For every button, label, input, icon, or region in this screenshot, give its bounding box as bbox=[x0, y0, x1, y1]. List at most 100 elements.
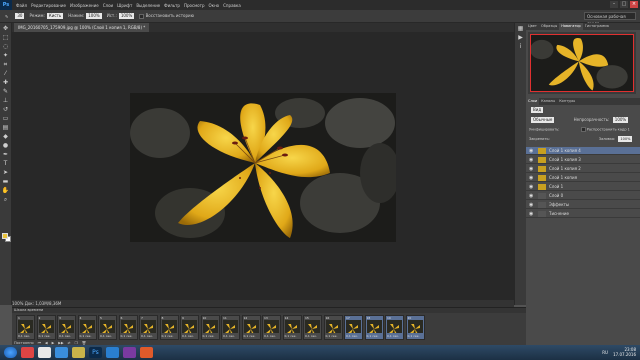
shape-tool-icon[interactable]: ▬ bbox=[2, 178, 10, 185]
pen-tool-icon[interactable]: ✒ bbox=[2, 151, 10, 158]
app-icon[interactable] bbox=[140, 347, 153, 358]
menu-type[interactable]: Шрифт bbox=[117, 3, 132, 8]
move-tool-icon[interactable]: ✥ bbox=[2, 25, 10, 32]
blur-tool-icon[interactable]: ◆ bbox=[2, 133, 10, 140]
animation-frame[interactable]: 7 0,1 сек. bbox=[139, 315, 158, 340]
menu-window[interactable]: Окно bbox=[209, 3, 220, 8]
healing-tool-icon[interactable]: ✚ bbox=[2, 79, 10, 86]
tab-swatches[interactable]: Образцы bbox=[539, 23, 559, 30]
animation-frame[interactable]: 16 0,1 сек. bbox=[323, 315, 343, 340]
opera-icon[interactable] bbox=[21, 347, 34, 358]
workspace-select[interactable]: Основная рабочая среда bbox=[584, 12, 636, 26]
frame-delay[interactable]: 0,1 сек. bbox=[141, 334, 153, 338]
history-brush-tool-icon[interactable]: ↺ bbox=[2, 106, 10, 113]
visibility-eye-icon[interactable]: ◉ bbox=[529, 201, 533, 209]
layer-row[interactable]: ◉ Слой 1 копия 4 bbox=[526, 147, 640, 155]
frame-delay[interactable]: 0,1 сек. bbox=[162, 334, 174, 338]
mode-select[interactable]: Кисть bbox=[46, 13, 64, 19]
lasso-tool-icon[interactable]: ◌ bbox=[2, 43, 10, 50]
actions-panel-icon[interactable]: ▶ bbox=[517, 34, 525, 41]
frame-delay[interactable]: 0,1 сек. bbox=[203, 334, 215, 338]
navigator-panel[interactable] bbox=[528, 32, 636, 94]
tab-layers[interactable]: Слои bbox=[526, 98, 540, 105]
explorer-icon[interactable] bbox=[72, 347, 85, 358]
animation-frame[interactable]: 18 0,1 сек. bbox=[364, 315, 384, 340]
frame-delay[interactable]: 0,1 сек. bbox=[367, 334, 379, 338]
menu-layers[interactable]: Слои bbox=[103, 3, 113, 8]
zoom-tool-icon[interactable]: ⌕ bbox=[2, 196, 10, 203]
layer-row[interactable]: ◉ Слой 1 копия 2 bbox=[526, 165, 640, 173]
layer-row[interactable]: ◉ Эффекты bbox=[526, 201, 640, 209]
hand-tool-icon[interactable]: ✋ bbox=[2, 187, 10, 194]
tab-navigator[interactable]: Навигатор bbox=[559, 23, 583, 30]
erase-history-checkbox[interactable] bbox=[139, 13, 145, 19]
history-panel-icon[interactable]: ▦ bbox=[517, 25, 525, 32]
player-icon[interactable] bbox=[123, 347, 136, 358]
chrome-icon[interactable] bbox=[38, 347, 51, 358]
frame-delay[interactable]: 0,1 сек. bbox=[59, 334, 71, 338]
close-icon[interactable]: × bbox=[630, 1, 638, 8]
visibility-eye-icon[interactable]: ◉ bbox=[529, 183, 533, 191]
flow-field[interactable]: 100% bbox=[118, 13, 135, 19]
frame-delay[interactable]: 0,1 сек. bbox=[285, 334, 297, 338]
frame-delay[interactable]: 0,1 сек. bbox=[244, 334, 256, 338]
animation-frame[interactable]: 4 0,1 сек. bbox=[77, 315, 97, 340]
visibility-eye-icon[interactable]: ◉ bbox=[529, 165, 533, 173]
gradient-tool-icon[interactable]: ▤ bbox=[2, 124, 10, 131]
info-panel-icon[interactable]: i bbox=[517, 43, 525, 50]
tab-paths[interactable]: Контуры bbox=[557, 98, 577, 105]
eraser-tool-icon[interactable]: ▭ bbox=[2, 115, 10, 122]
layer-row[interactable]: ◉ Слой 0 bbox=[526, 192, 640, 200]
animation-frame[interactable]: 2 0,1 сек. bbox=[36, 315, 56, 340]
animation-frame[interactable]: 15 0,1 сек. bbox=[303, 315, 322, 340]
visibility-eye-icon[interactable]: ◉ bbox=[529, 210, 533, 218]
document-tab[interactable]: IMG_20160705_175909.jpg @ 100% (Слой 1 к… bbox=[14, 23, 150, 32]
animation-frame[interactable]: 8 0,1 сек. bbox=[159, 315, 179, 340]
layer-row[interactable]: ◉ Слой 1 копия bbox=[526, 174, 640, 182]
brush-size-field[interactable]: 30 bbox=[13, 13, 25, 19]
animation-frame[interactable]: 19 0,1 сек. bbox=[385, 315, 404, 340]
visibility-eye-icon[interactable]: ◉ bbox=[529, 192, 533, 200]
menu-file[interactable]: Файл bbox=[16, 3, 27, 8]
marquee-tool-icon[interactable]: ⬚ bbox=[2, 34, 10, 41]
eyedropper-tool-icon[interactable]: ⁄ bbox=[2, 70, 10, 77]
frame-delay[interactable]: 0,1 сек. bbox=[408, 334, 420, 338]
foreground-color-swatch[interactable] bbox=[2, 233, 8, 239]
animation-frame[interactable]: 13 0,1 сек. bbox=[262, 315, 281, 340]
animation-frame[interactable]: 6 0,1 сек. bbox=[118, 315, 138, 340]
visibility-eye-icon[interactable]: ◉ bbox=[529, 156, 533, 164]
brush-tool-icon[interactable]: ✎ bbox=[2, 88, 10, 95]
frame-delay[interactable]: 0,1 сек. bbox=[80, 334, 92, 338]
kind-filter[interactable]: Вид bbox=[529, 107, 544, 113]
word-icon[interactable] bbox=[106, 347, 119, 358]
frame-delay[interactable]: 0,1 сек. bbox=[39, 334, 51, 338]
opacity-field[interactable]: 100% bbox=[86, 13, 102, 19]
brush-tool-icon[interactable]: ✎ bbox=[5, 14, 8, 19]
layer-row[interactable]: ◉ Слой 1 копия 3 bbox=[526, 156, 640, 164]
start-button[interactable] bbox=[4, 347, 17, 358]
quick-select-tool-icon[interactable]: ✦ bbox=[2, 52, 10, 59]
animation-frame[interactable]: 17 0,1 сек. bbox=[344, 315, 363, 340]
animation-frame[interactable]: 11 0,1 сек. bbox=[221, 315, 240, 340]
tab-color[interactable]: Цвет bbox=[526, 23, 539, 30]
frame-delay[interactable]: 0,1 сек. bbox=[18, 334, 30, 338]
propagate-checkbox[interactable] bbox=[580, 127, 586, 132]
skype-icon[interactable] bbox=[55, 347, 68, 358]
minimize-icon[interactable]: – bbox=[610, 1, 618, 8]
maximize-icon[interactable]: □ bbox=[620, 1, 628, 8]
frame-delay[interactable]: 0,1 сек. bbox=[346, 334, 358, 338]
blend-mode-select[interactable]: Обычные bbox=[531, 117, 555, 123]
frame-delay[interactable]: 0,1 сек. bbox=[305, 334, 317, 338]
stamp-tool-icon[interactable]: ⊥ bbox=[2, 97, 10, 104]
menu-filter[interactable]: Фильтр bbox=[164, 3, 180, 8]
type-tool-icon[interactable]: T bbox=[2, 160, 10, 167]
animation-frame[interactable]: 12 0,1 сек. bbox=[241, 315, 261, 340]
menu-edit[interactable]: Редактирование bbox=[31, 3, 66, 8]
animation-frame[interactable]: 1 0,1 сек. bbox=[16, 315, 35, 340]
animation-frame[interactable]: 9 0,1 сек. bbox=[180, 315, 199, 340]
layer-opacity-field[interactable]: 100% bbox=[612, 117, 629, 123]
animation-frame[interactable]: 3 0,1 сек. bbox=[57, 315, 76, 340]
photoshop-task-icon[interactable]: Ps bbox=[89, 347, 102, 358]
layer-row[interactable]: ◉ Слой 1 bbox=[526, 183, 640, 191]
navigator-view-box[interactable] bbox=[530, 34, 634, 92]
